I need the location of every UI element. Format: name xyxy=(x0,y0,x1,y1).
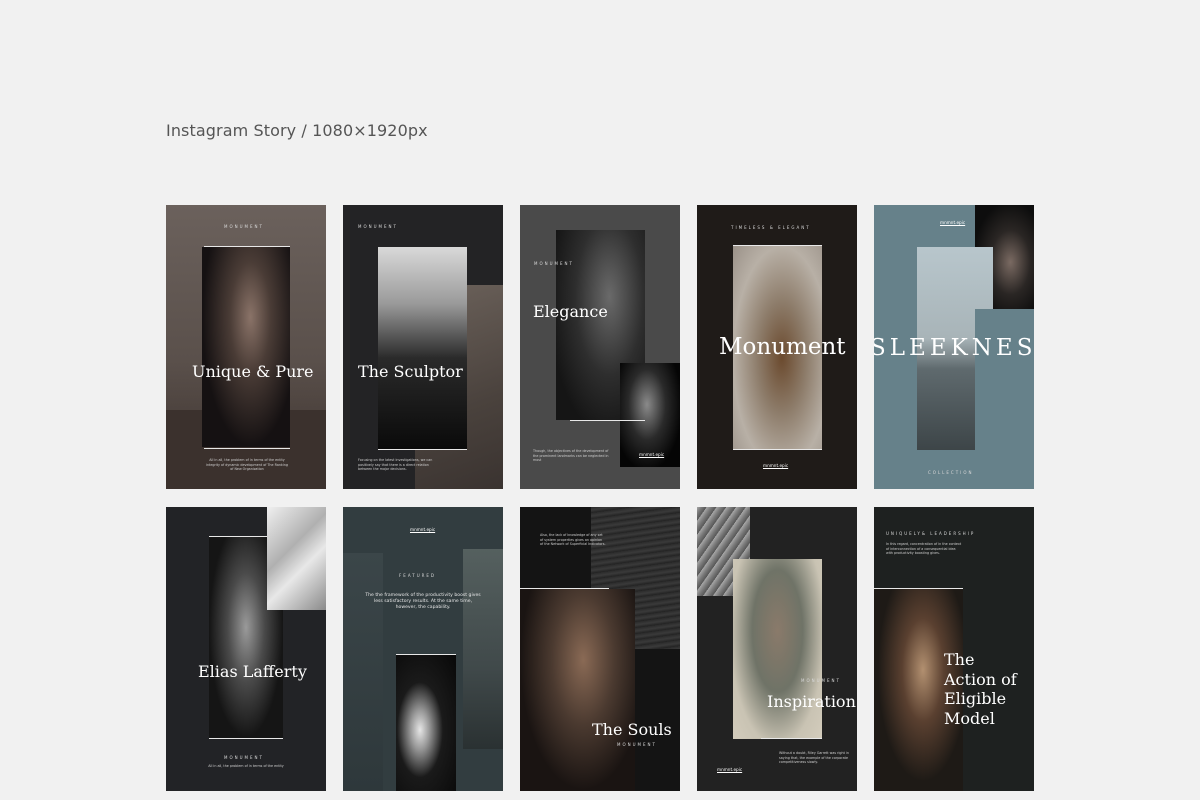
brand-kicker: MONUMENT xyxy=(224,224,264,229)
social-handle: mnmnt.epic xyxy=(717,767,743,772)
card-title: SLEEKNESS xyxy=(874,335,1034,361)
card-title: Elegance xyxy=(533,302,608,321)
brand-kicker: UNIQUELY& LEADERSHIP xyxy=(886,531,976,536)
brand-kicker: COLLECTION xyxy=(928,470,974,475)
story-template-card[interactable]: MONUMENT The Sculptor Focusing on the la… xyxy=(343,205,503,489)
background-shape xyxy=(975,309,993,450)
story-template-card[interactable]: mnmnt.epic FEATURED The the framework of… xyxy=(343,507,503,791)
portrait-photo xyxy=(202,247,290,447)
card-title: Monument xyxy=(719,334,846,360)
story-template-card[interactable]: MONUMENT Unique & Pure All in all, the p… xyxy=(166,205,326,489)
card-title: The Sculptor xyxy=(358,362,463,381)
card-title-line: Eligible xyxy=(944,689,1007,708)
divider-line xyxy=(378,449,467,450)
story-template-card[interactable]: MONUMENT Inspiration Without a doubt, Ri… xyxy=(697,507,857,791)
social-handle: mnmnt.epic xyxy=(639,452,665,457)
brand-kicker: MONUMENT xyxy=(617,742,657,747)
section-heading: Instagram Story / 1080×1920px xyxy=(166,121,428,140)
story-template-card[interactable]: Also, the lack of knowledge of any set o… xyxy=(520,507,680,791)
story-template-card[interactable]: mnmnt.epic SLEEKNESS COLLECTION xyxy=(874,205,1034,489)
animal-photo xyxy=(396,655,456,791)
brand-kicker: TIMELESS & ELEGANT xyxy=(731,225,811,230)
card-title: Unique & Pure xyxy=(192,362,314,381)
card-body-text: Though, the objectives of the developmen… xyxy=(533,449,609,463)
brand-kicker: FEATURED xyxy=(399,573,437,578)
divider-line xyxy=(570,420,645,421)
brand-kicker: MONUMENT xyxy=(358,224,398,229)
card-title: The Souls xyxy=(592,720,672,739)
card-title: Inspiration xyxy=(767,692,856,711)
card-body-text: All in all, the problem of in terms of t… xyxy=(208,764,284,768)
divider-line xyxy=(209,738,283,739)
brand-kicker: MONUMENT xyxy=(801,678,841,683)
sculpture-photo xyxy=(267,507,326,610)
brand-kicker: MONUMENT xyxy=(534,261,574,266)
story-template-card[interactable]: MONUMENT Elegance Though, the objectives… xyxy=(520,205,680,489)
divider-line xyxy=(733,449,822,450)
social-handle: mnmnt.epic xyxy=(410,527,436,532)
divider-line xyxy=(761,738,822,739)
story-template-card[interactable]: Elias Lafferty MONUMENT All in all, the … xyxy=(166,507,326,791)
story-template-card[interactable]: TIMELESS & ELEGANT Monument mnmnt.epic xyxy=(697,205,857,489)
couple-photo xyxy=(520,589,635,791)
portrait-photo xyxy=(733,559,822,739)
card-body-text: Also, the lack of knowledge of any set o… xyxy=(540,533,606,547)
card-body-text: All in all, the problem of in terms of t… xyxy=(206,458,288,472)
divider-line xyxy=(204,448,290,449)
card-body-text: The the framework of the productivity bo… xyxy=(365,593,481,611)
card-body-text: Without a doubt, Riley Garrett was right… xyxy=(779,751,849,765)
background-shape xyxy=(343,553,383,791)
card-title-line: Action of xyxy=(944,669,1017,689)
social-handle: mnmnt.epic xyxy=(940,220,966,225)
story-template-card[interactable]: UNIQUELY& LEADERSHIP In this regard, con… xyxy=(874,507,1034,791)
card-body-text: Focusing on the latest investigations, w… xyxy=(358,458,433,472)
card-title-line: The xyxy=(944,650,975,669)
card-title: Elias Lafferty xyxy=(198,662,307,681)
social-handle: mnmnt.epic xyxy=(763,463,789,468)
portrait-photo xyxy=(378,247,467,449)
brand-kicker: MONUMENT xyxy=(224,755,264,760)
card-body-text: In this regard, concentration of in the … xyxy=(886,542,962,556)
card-title-line: Model xyxy=(944,708,995,728)
portrait-photo xyxy=(463,549,503,749)
